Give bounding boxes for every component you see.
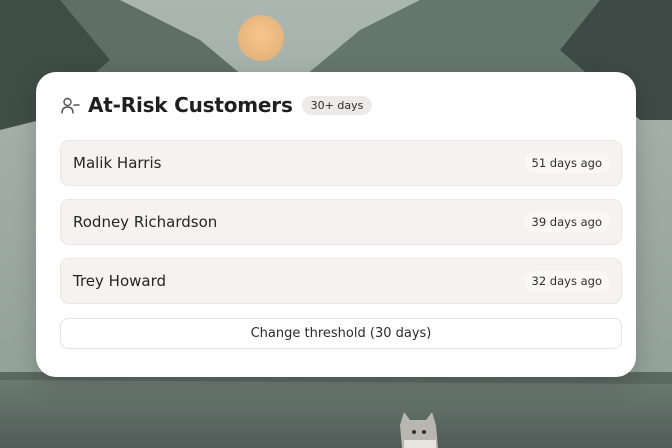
card-title: At-Risk Customers bbox=[88, 93, 293, 117]
card-header: At-Risk Customers 30+ days bbox=[60, 91, 373, 119]
change-threshold-button[interactable]: Change threshold (30 days) bbox=[60, 318, 622, 349]
customer-name: Rodney Richardson bbox=[73, 213, 218, 231]
customer-row[interactable]: Malik Harris 51 days ago bbox=[60, 140, 622, 186]
last-seen-badge: 32 days ago bbox=[523, 271, 610, 291]
user-minus-icon bbox=[60, 95, 80, 115]
days-badge: 30+ days bbox=[301, 95, 373, 115]
customer-name: Malik Harris bbox=[73, 154, 162, 172]
customer-row[interactable]: Rodney Richardson 39 days ago bbox=[60, 199, 622, 245]
customer-row[interactable]: Trey Howard 32 days ago bbox=[60, 258, 622, 304]
last-seen-badge: 51 days ago bbox=[523, 153, 610, 173]
sun bbox=[238, 15, 284, 61]
at-risk-customers-card: At-Risk Customers 30+ days Malik Harris … bbox=[36, 72, 636, 377]
last-seen-badge: 39 days ago bbox=[523, 212, 610, 232]
customer-name: Trey Howard bbox=[73, 272, 167, 290]
